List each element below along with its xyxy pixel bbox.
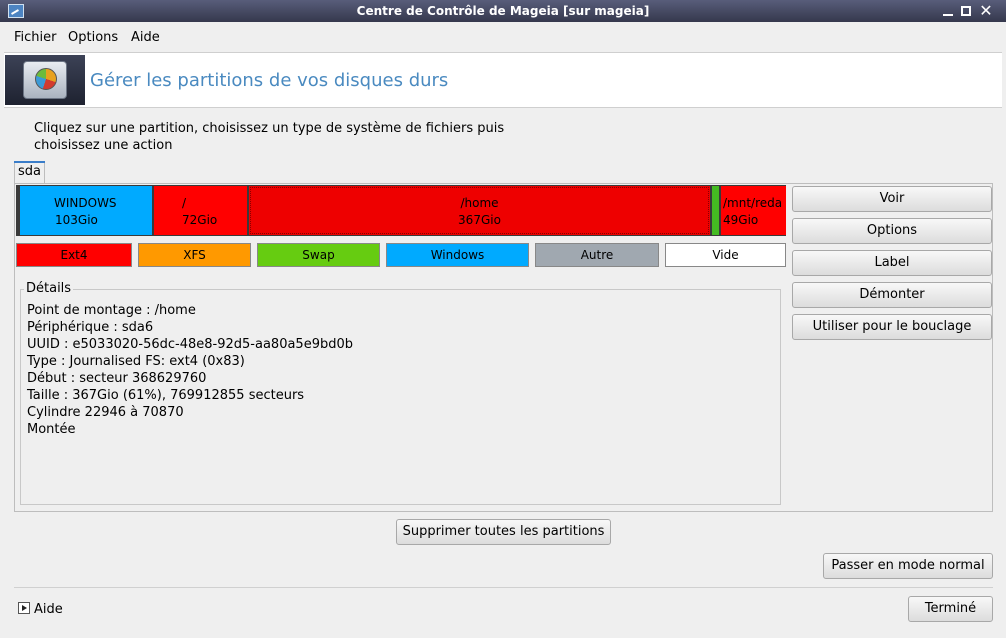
menu-aide[interactable]: Aide — [131, 30, 160, 45]
minimize-button[interactable] — [940, 3, 956, 19]
details-text: Point de montage : /home Périphérique : … — [27, 302, 353, 438]
menu-fichier[interactable]: Fichier — [14, 30, 57, 45]
label-button[interactable]: Label — [792, 250, 992, 276]
instruction-line: Cliquez sur une partition, choisissez un… — [34, 121, 505, 136]
normal-mode-button[interactable]: Passer en mode normal — [823, 553, 993, 579]
detail-line: Type : Journalised FS: ext4 (0x83) — [27, 354, 245, 369]
separator — [14, 587, 993, 588]
delete-all-partitions-button[interactable]: Supprimer toutes les partitions — [396, 519, 611, 545]
legend-xfs[interactable]: XFS — [138, 243, 251, 267]
instructions: Cliquez sur une partition, choisissez un… — [34, 120, 504, 154]
instruction-line: choisissez une action — [34, 138, 173, 153]
legend-windows[interactable]: Windows — [386, 243, 529, 267]
detail-line: Cylindre 22946 à 70870 — [27, 405, 184, 420]
close-icon: ✕ — [979, 1, 993, 20]
options-button[interactable]: Options — [792, 218, 992, 244]
header-banner: Gérer les partitions de vos disques durs — [4, 52, 1002, 108]
partition-mnt-reda[interactable]: /mnt/reda 49Gio — [721, 186, 786, 235]
help-label: Aide — [34, 602, 63, 617]
partition-bar: WINDOWS 103Gio / 72Gio /home 367Gio /mnt… — [16, 185, 786, 236]
help-expander[interactable]: Aide — [18, 602, 63, 617]
maximize-button[interactable] — [958, 3, 974, 19]
voir-button[interactable]: Voir — [792, 186, 992, 212]
tab-sda[interactable]: sda — [14, 161, 45, 183]
detail-line: Point de montage : /home — [27, 303, 196, 318]
detail-line: Montée — [27, 422, 76, 437]
minimize-icon — [943, 14, 953, 16]
done-button[interactable]: Terminé — [908, 596, 993, 622]
partition-swap[interactable] — [712, 186, 719, 235]
legend-swap[interactable]: Swap — [257, 243, 380, 267]
legend-autre[interactable]: Autre — [535, 243, 659, 267]
expand-arrow-icon — [18, 602, 30, 614]
title-bar: Centre de Contrôle de Mageia [sur mageia… — [0, 0, 1006, 22]
legend-vide[interactable]: Vide — [665, 243, 786, 267]
harddisk-icon — [5, 55, 85, 105]
detail-line: Périphérique : sda6 — [27, 320, 154, 335]
partition-root[interactable]: / 72Gio — [154, 186, 247, 235]
detail-line: UUID : e5033020-56dc-48e8-92d5-aa80a5e9b… — [27, 337, 354, 352]
details-label: Détails — [24, 281, 74, 296]
detail-line: Début : secteur 368629760 — [27, 371, 207, 386]
window-title: Centre de Contrôle de Mageia [sur mageia… — [356, 4, 650, 18]
partition-home[interactable]: /home 367Gio — [249, 186, 710, 235]
maximize-icon — [961, 6, 971, 16]
menu-options[interactable]: Options — [68, 30, 118, 45]
close-button[interactable]: ✕ — [978, 3, 994, 19]
partition-windows[interactable]: WINDOWS 103Gio — [20, 186, 152, 235]
legend-ext4[interactable]: Ext4 — [16, 243, 132, 267]
menu-bar: Fichier Options Aide — [0, 22, 1006, 50]
page-title: Gérer les partitions de vos disques durs — [90, 70, 449, 91]
demonter-button[interactable]: Démonter — [792, 282, 992, 308]
loopback-button[interactable]: Utiliser pour le bouclage — [792, 314, 992, 340]
detail-line: Taille : 367Gio (61%), 769912855 secteur… — [27, 388, 305, 403]
